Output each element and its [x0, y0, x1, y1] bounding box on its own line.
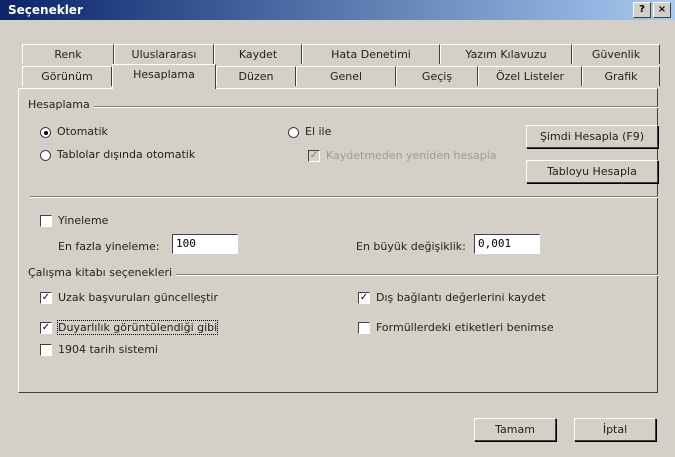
calc-section-label: Hesaplama	[28, 98, 94, 111]
workbook-section-label: Çalışma kitabı seçenekleri	[28, 266, 177, 279]
chk-1904-tarih[interactable]	[40, 344, 52, 356]
max-change-input[interactable]: 0,001	[474, 234, 540, 254]
chk-dis-baglanti-label[interactable]: Dış bağlantı değerlerini kaydet	[376, 291, 546, 304]
chk-kaydetmeden-hesapla[interactable]: ✓	[308, 150, 320, 162]
calc-sheet-button[interactable]: Tabloyu Hesapla	[526, 160, 658, 183]
tab-yazim-kilavuzu[interactable]: Yazım Kılavuzu	[440, 44, 572, 64]
tab-renk[interactable]: Renk	[22, 44, 114, 64]
radio-el-ile-label[interactable]: El ile	[305, 125, 331, 138]
tab-ozel-listeler[interactable]: Özel Listeler	[478, 66, 582, 86]
tab-hata-denetimi[interactable]: Hata Denetimi	[302, 44, 440, 64]
radio-tablolar-disinda-label[interactable]: Tablolar dışında otomatik	[57, 148, 195, 161]
close-button[interactable]: ×	[653, 2, 671, 18]
radio-tablolar-disinda[interactable]	[40, 150, 51, 161]
tab-kaydet[interactable]: Kaydet	[214, 44, 302, 64]
chk-1904-tarih-label[interactable]: 1904 tarih sistemi	[58, 343, 158, 356]
max-iter-input[interactable]: 100	[172, 234, 238, 254]
chk-duyarlilik-label[interactable]: Duyarlılık görüntülendiği gibi	[56, 320, 219, 335]
chk-uzak-basvurular[interactable]: ✓	[40, 292, 52, 304]
window-title: Seçenekler	[8, 3, 83, 17]
iteration-divider	[30, 196, 658, 198]
chk-formul-etiketleri-label[interactable]: Formüllerdeki etiketleri benimse	[376, 321, 554, 334]
tab-uluslararasi[interactable]: Uluslararası	[114, 44, 214, 64]
ok-button[interactable]: Tamam	[474, 418, 556, 441]
max-change-label: En büyük değişiklik:	[356, 240, 466, 253]
calc-divider	[30, 106, 658, 108]
title-bar: Seçenekler ? ×	[0, 0, 675, 20]
max-iter-label: En fazla yineleme:	[58, 240, 160, 253]
tab-gecis[interactable]: Geçiş	[396, 66, 478, 86]
chk-kaydetmeden-hesapla-label: Kaydetmeden yeniden hesapla	[326, 149, 497, 162]
tab-hesaplama[interactable]: Hesaplama	[112, 64, 216, 89]
tab-gorunum[interactable]: Görünüm	[22, 66, 112, 86]
chk-dis-baglanti[interactable]: ✓	[358, 292, 370, 304]
chk-uzak-basvurular-label[interactable]: Uzak başvuruları güncelleştir	[58, 291, 218, 304]
calc-now-button[interactable]: Şimdi Hesapla (F9)	[526, 125, 658, 148]
radio-el-ile[interactable]	[288, 127, 299, 138]
tab-genel[interactable]: Genel	[296, 66, 396, 86]
chk-duyarlilik[interactable]: ✓	[40, 322, 52, 334]
tab-grafik[interactable]: Grafik	[582, 66, 660, 86]
help-button[interactable]: ?	[633, 2, 651, 18]
cancel-button[interactable]: İptal	[574, 418, 656, 441]
chk-yineleme-label[interactable]: Yineleme	[58, 214, 108, 227]
chk-formul-etiketleri[interactable]	[358, 322, 370, 334]
chk-yineleme[interactable]	[40, 215, 52, 227]
radio-otomatik-label[interactable]: Otomatik	[57, 125, 108, 138]
tab-duzen[interactable]: Düzen	[216, 66, 296, 86]
tab-guvenlik[interactable]: Güvenlik	[572, 44, 660, 64]
radio-otomatik[interactable]	[40, 127, 51, 138]
